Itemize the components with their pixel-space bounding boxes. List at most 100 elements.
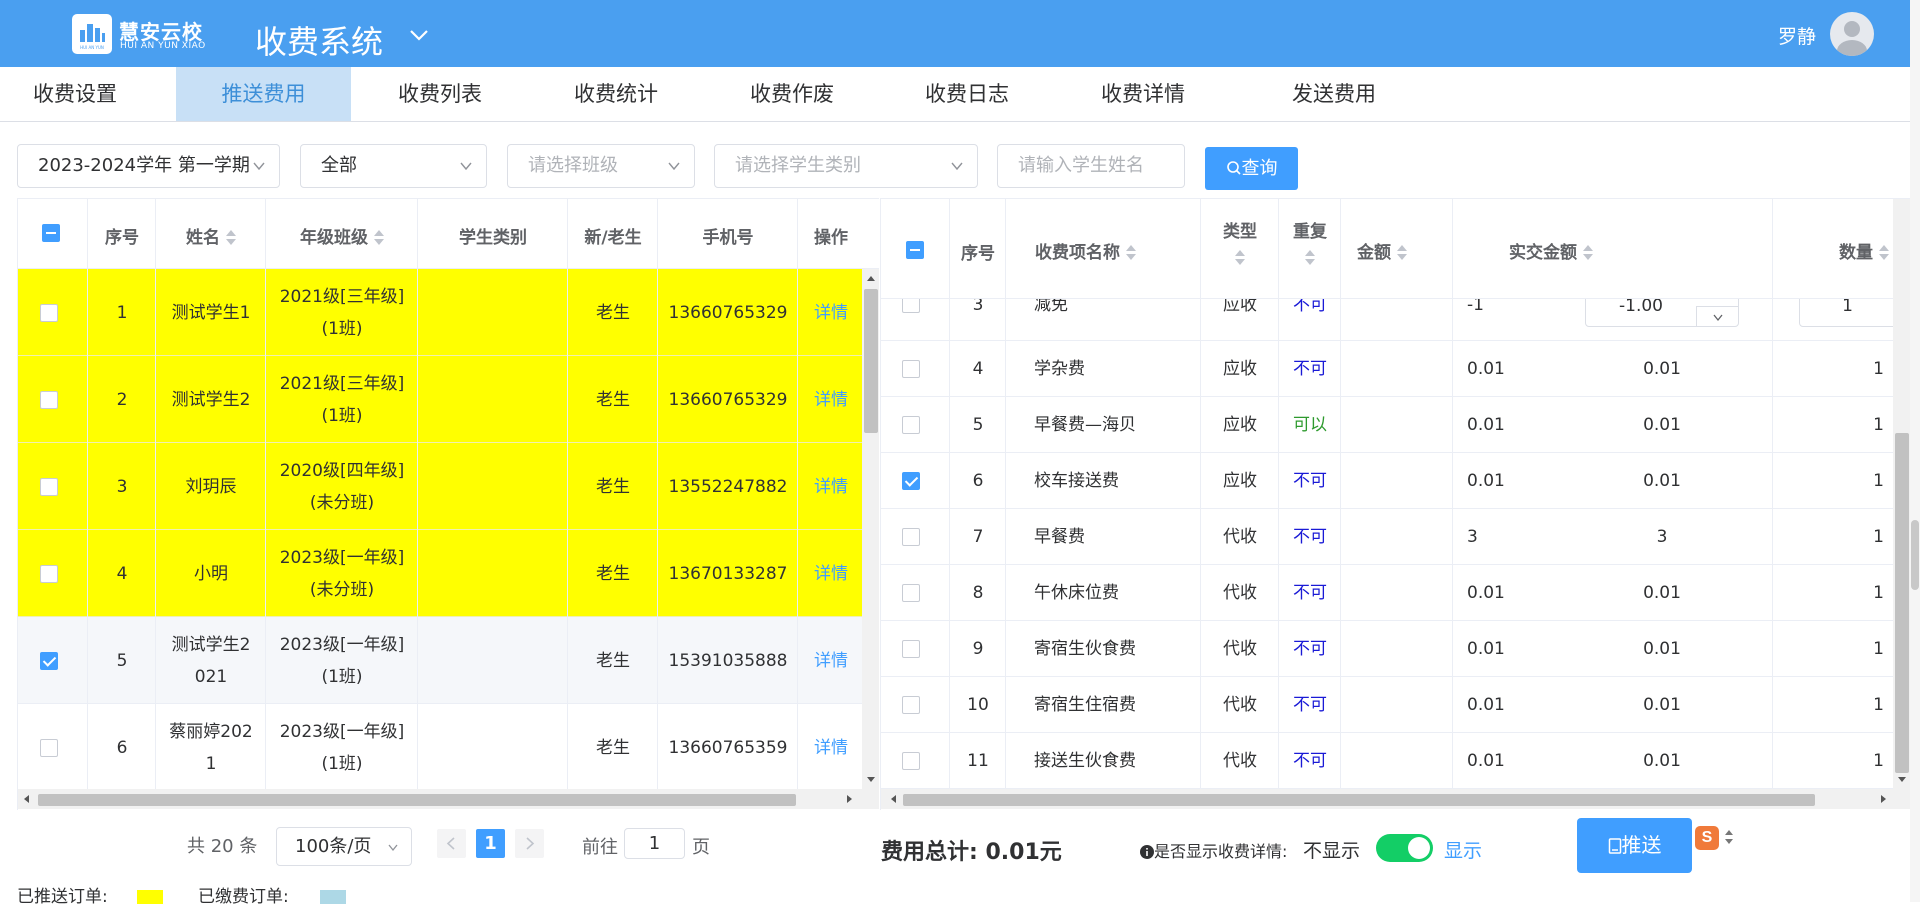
fee-row-checkbox[interactable] — [902, 528, 920, 546]
fee-row-checkbox[interactable] — [902, 299, 920, 313]
fee-row-checkbox[interactable] — [902, 360, 920, 378]
student-type-select[interactable]: 请选择学生类别 — [714, 144, 978, 188]
table-row[interactable]: 2 测试学生2 2021级[三年级] (1班) 老生 13660765329 详… — [18, 356, 862, 443]
tab-fee-detail[interactable]: 收费详情 — [1075, 67, 1211, 121]
detail-question: 是否显示收费详情: — [1140, 838, 1287, 862]
fee-col-header-type[interactable]: 类型 — [1201, 217, 1279, 266]
push-button[interactable]: 推送 — [1577, 818, 1692, 873]
scrollbar-thumb[interactable] — [1911, 520, 1919, 590]
table-row[interactable]: 5 测试学生2 021 2023级[一年级] (1班) 老生 153910358… — [18, 617, 862, 704]
student-row-checkbox[interactable] — [40, 564, 58, 583]
term-select[interactable]: 2023-2024学年 第一学期 — [17, 144, 280, 188]
query-button[interactable]: 查询 — [1205, 147, 1298, 190]
student-row-checkbox[interactable] — [40, 477, 58, 496]
fee-row[interactable]: 5 早餐费—海贝 应收 可以 0.01 0.01 1 — [881, 397, 1893, 453]
table-row[interactable]: 3 刘玥辰 2020级[四年级] (未分班) 老生 13552247882 详情 — [18, 443, 862, 530]
fee-row[interactable]: 11 接送生伙食费 代收 不可 0.01 0.01 1 — [881, 733, 1893, 789]
fee-quantity: 1 — [1873, 527, 1884, 547]
chevron-down-icon[interactable] — [408, 24, 430, 46]
fee-col-header-amount[interactable]: 金额 — [1341, 238, 1441, 263]
fee-row[interactable]: 4 学杂费 应收 不可 0.01 0.01 1 — [881, 341, 1893, 397]
show-detail-switch[interactable] — [1376, 834, 1433, 862]
select-all-students-checkbox[interactable] — [42, 224, 60, 242]
tab-fee-stats[interactable]: 收费统计 — [548, 67, 684, 121]
student-vertical-scrollbar[interactable] — [862, 269, 879, 789]
student-row-checkbox[interactable] — [40, 390, 58, 409]
student-grade-line1: 2020级[四年级] — [279, 460, 405, 481]
fee-col-header-name[interactable]: 收费项名称 — [1006, 238, 1201, 263]
table-row[interactable]: 6 蔡丽婷202 1 2023级[一年级] (1班) 老生 1366076535… — [18, 704, 862, 791]
prev-page-button[interactable] — [437, 829, 466, 858]
chevron-left-icon — [446, 837, 455, 850]
tab-fee-settings[interactable]: 收费设置 — [0, 67, 150, 121]
sort-icon[interactable] — [1879, 245, 1889, 261]
avatar[interactable] — [1830, 12, 1874, 56]
table-row[interactable]: 1 测试学生1 2021级[三年级] (1班) 老生 13660765329 详… — [18, 269, 862, 356]
col-header-name[interactable]: 姓名 — [156, 223, 266, 248]
tab-fee-list[interactable]: 收费列表 — [372, 67, 508, 121]
select-all-fees-checkbox[interactable] — [906, 241, 924, 259]
sort-icon[interactable] — [1126, 245, 1136, 261]
fee-horizontal-scrollbar[interactable] — [881, 789, 1910, 809]
scope-select[interactable]: 全部 — [300, 144, 487, 188]
system-title[interactable]: 收费系统 — [255, 17, 383, 63]
student-detail-link[interactable]: 详情 — [798, 297, 864, 329]
sort-icon[interactable] — [1583, 245, 1593, 261]
user-name[interactable]: 罗静 — [1778, 22, 1816, 49]
sort-icon[interactable] — [226, 230, 236, 246]
ime-toolbar[interactable]: S — [1695, 826, 1745, 850]
fee-col-header-qty[interactable]: 数量 — [1661, 238, 1893, 263]
student-detail-link[interactable]: 详情 — [798, 732, 864, 764]
sort-icon[interactable] — [1397, 245, 1407, 261]
student-name-input[interactable]: 请输入学生姓名 — [997, 144, 1185, 188]
tab-send-fees[interactable]: 发送费用 — [1266, 67, 1402, 121]
scrollbar-thumb[interactable] — [1895, 433, 1909, 773]
student-name: 测试学生2 — [171, 389, 251, 410]
paid-amount-input[interactable]: -1.00 — [1585, 299, 1739, 327]
fee-row-checkbox[interactable] — [902, 584, 920, 602]
tab-fee-void[interactable]: 收费作废 — [724, 67, 860, 121]
decrease-button[interactable] — [1696, 306, 1739, 327]
student-detail-link[interactable]: 详情 — [798, 471, 864, 503]
fee-row-checkbox[interactable] — [902, 752, 920, 770]
col-header-grade[interactable]: 年级班级 — [266, 223, 418, 248]
sort-icon[interactable] — [374, 230, 384, 246]
sort-icon[interactable] — [1235, 250, 1245, 266]
quantity-input[interactable]: 1 — [1799, 299, 1893, 327]
tab-push-fees[interactable]: 推送费用 — [176, 67, 351, 121]
fee-row[interactable]: 6 校车接送费 应收 不可 0.01 0.01 1 — [881, 453, 1893, 509]
table-row[interactable]: 4 小明 2023级[一年级] (未分班) 老生 13670133287 详情 — [18, 530, 862, 617]
student-row-checkbox[interactable] — [40, 303, 58, 322]
fee-type: 应收 — [1223, 415, 1257, 435]
fee-row-checkbox[interactable] — [902, 696, 920, 714]
fee-row[interactable]: 9 寄宿生伙食费 代收 不可 0.01 0.01 1 — [881, 621, 1893, 677]
next-page-button[interactable] — [515, 829, 544, 858]
fee-vertical-scrollbar[interactable] — [1893, 199, 1910, 789]
student-detail-link[interactable]: 详情 — [798, 645, 864, 677]
goto-page-input[interactable]: 1 — [624, 828, 685, 859]
fee-row-checkbox[interactable] — [902, 416, 920, 434]
fee-row[interactable]: 8 午休床位费 代收 不可 0.01 0.01 1 — [881, 565, 1893, 621]
fee-row-checkbox[interactable] — [902, 472, 920, 490]
ime-icon[interactable]: S — [1695, 826, 1719, 850]
page-size-select[interactable]: 100条/页 — [276, 827, 412, 866]
student-horizontal-scrollbar[interactable] — [18, 789, 879, 809]
page-1-button[interactable]: 1 — [476, 829, 505, 858]
student-detail-link[interactable]: 详情 — [798, 384, 864, 416]
fee-row-checkbox[interactable] — [902, 640, 920, 658]
fee-row[interactable]: 10 寄宿生住宿费 代收 不可 0.01 0.01 1 — [881, 677, 1893, 733]
student-row-checkbox[interactable] — [40, 651, 58, 670]
legend-paid-label: 已缴费订单: — [198, 887, 289, 907]
class-select[interactable]: 请选择班级 — [507, 144, 695, 188]
tab-fee-log[interactable]: 收费日志 — [899, 67, 1035, 121]
page-vertical-scrollbar[interactable] — [1910, 0, 1920, 902]
fee-col-header-repeat[interactable]: 重复 — [1279, 217, 1341, 266]
scrollbar-thumb[interactable] — [38, 794, 796, 806]
sort-icon[interactable] — [1305, 250, 1315, 266]
fee-row[interactable]: 7 早餐费 代收 不可 3 3 1 — [881, 509, 1893, 565]
student-row-checkbox[interactable] — [40, 738, 58, 757]
student-detail-link[interactable]: 详情 — [798, 558, 864, 590]
scrollbar-thumb[interactable] — [864, 289, 878, 433]
scrollbar-thumb[interactable] — [903, 794, 1815, 806]
fee-col-header-paid[interactable]: 实交金额 — [1441, 238, 1661, 263]
